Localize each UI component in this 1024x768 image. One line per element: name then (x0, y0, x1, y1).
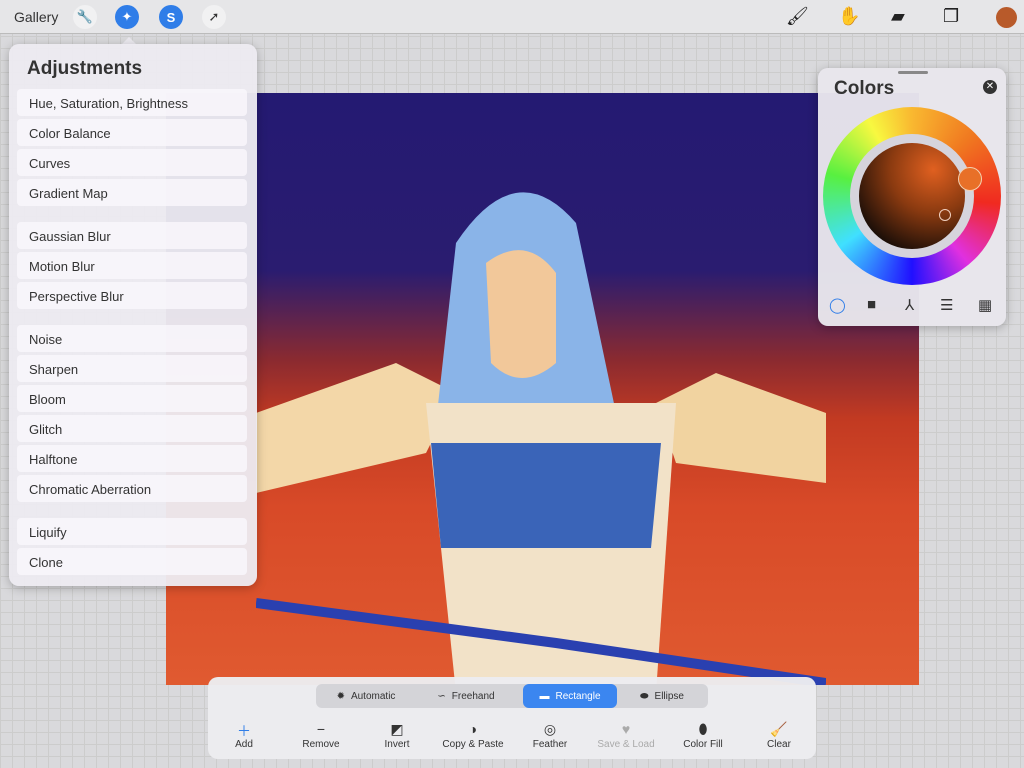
adjustment-item[interactable]: Hue, Saturation, Brightness (17, 89, 247, 116)
adjustments-menu: Adjustments Hue, Saturation, Brightness C… (9, 44, 257, 586)
adjustment-item[interactable]: Sharpen (17, 355, 247, 382)
action-invert-button[interactable]: ◩ Invert (362, 721, 432, 750)
colors-title: Colors (834, 78, 895, 99)
action-label: Remove (302, 739, 340, 750)
action-label: Add (235, 739, 253, 750)
magic-wand-icon[interactable]: ✦ (115, 5, 139, 29)
ellipse-icon: ⬬ (639, 690, 649, 702)
rectangle-icon: ▬ (539, 690, 550, 702)
remove-icon: − (316, 721, 326, 737)
transform-arrow-icon[interactable]: ➚ (202, 5, 226, 29)
hue-selector-handle[interactable] (958, 167, 982, 191)
copy-paste-icon: ◑ (468, 721, 478, 737)
mode-automatic[interactable]: ✹ Automatic (316, 684, 416, 708)
add-icon: ＋ (237, 723, 251, 739)
layers-icon[interactable]: ❐ (943, 6, 959, 27)
disc-tab-icon[interactable]: ◯ (829, 296, 846, 314)
colors-panel: Colors ✕ ◯ ■ ⅄ ☰ ▦ (818, 68, 1006, 326)
action-heart-button[interactable]: ♥ Save & Load (591, 721, 661, 750)
feather-icon: ◎ (543, 721, 557, 737)
adjustment-item[interactable]: Gaussian Blur (17, 222, 247, 249)
action-feather-button[interactable]: ◎ Feather (515, 721, 585, 750)
mode-rectangle[interactable]: ▬ Rectangle (523, 684, 617, 708)
automatic-icon: ✹ (336, 690, 345, 702)
clear-icon: 🧹 (770, 721, 788, 737)
adjustments-title: Adjustments (27, 58, 143, 79)
action-remove-button[interactable]: − Remove (286, 721, 356, 750)
action-copy-paste-button[interactable]: ◑ Copy & Paste (438, 721, 508, 750)
adjustment-item[interactable]: Halftone (17, 445, 247, 472)
color-selector-handle[interactable] (939, 209, 951, 221)
artwork-figure (256, 192, 826, 685)
adjustment-item[interactable]: Motion Blur (17, 252, 247, 279)
smudge-icon[interactable]: ✋ (838, 6, 860, 27)
adjustment-item[interactable]: Bloom (17, 385, 247, 412)
adjustment-item[interactable]: Noise (17, 325, 247, 352)
action-add-button[interactable]: ＋ Add (209, 721, 279, 750)
value-tab-icon[interactable]: ☰ (940, 296, 953, 314)
eraser-icon[interactable]: ▰ (891, 6, 905, 27)
selection-mode-segmented: ✹ Automatic ∽ Freehand ▬ Rectangle ⬬ Ellipse (316, 684, 708, 708)
selection-icon[interactable]: S (159, 5, 183, 29)
mode-ellipse[interactable]: ⬬ Ellipse (616, 684, 708, 708)
adjustment-item[interactable]: Clone (17, 548, 247, 575)
action-label: Feather (532, 739, 568, 750)
action-label: Color Fill (683, 739, 723, 750)
adjustment-item[interactable]: Curves (17, 149, 247, 176)
drag-handle[interactable] (898, 71, 928, 74)
hue-ring[interactable] (823, 107, 1001, 285)
current-color-button[interactable] (996, 7, 1017, 28)
color-fill-icon: ⬮ (698, 721, 708, 737)
action-label: Invert (384, 739, 410, 750)
close-icon[interactable]: ✕ (983, 80, 997, 94)
invert-icon: ◩ (390, 721, 404, 737)
saturation-brightness-disc[interactable] (859, 143, 965, 249)
action-label: Save & Load (597, 739, 655, 750)
gallery-button[interactable]: Gallery (14, 9, 58, 25)
mode-freehand[interactable]: ∽ Freehand (416, 684, 516, 708)
top-toolbar: Gallery 🔧 ✦ S ➚ 🖌 ✋ ▰ ❐ (0, 0, 1024, 34)
adjustment-item[interactable]: Chromatic Aberration (17, 475, 247, 502)
wrench-icon[interactable]: 🔧 (73, 5, 97, 29)
palettes-tab-icon[interactable]: ▦ (978, 296, 992, 314)
action-clear-button[interactable]: 🧹 Clear (744, 721, 814, 750)
adjustment-item[interactable]: Liquify (17, 518, 247, 545)
selection-toolbar: ✹ Automatic ∽ Freehand ▬ Rectangle ⬬ Ellipse… (208, 677, 816, 759)
adjustment-item[interactable]: Perspective Blur (17, 282, 247, 309)
classic-tab-icon[interactable]: ■ (867, 296, 876, 313)
adjustment-item[interactable]: Glitch (17, 415, 247, 442)
action-color-fill-button[interactable]: ⬮ Color Fill (668, 721, 738, 750)
action-label: Copy & Paste (442, 739, 504, 750)
harmony-tab-icon[interactable]: ⅄ (905, 296, 914, 314)
action-label: Clear (767, 739, 791, 750)
brush-icon[interactable]: 🖌 (786, 6, 809, 27)
adjustment-item[interactable]: Gradient Map (17, 179, 247, 206)
freehand-icon: ∽ (437, 690, 446, 702)
heart-icon: ♥ (621, 721, 631, 737)
adjustment-item[interactable]: Color Balance (17, 119, 247, 146)
artwork-canvas[interactable] (166, 93, 919, 685)
